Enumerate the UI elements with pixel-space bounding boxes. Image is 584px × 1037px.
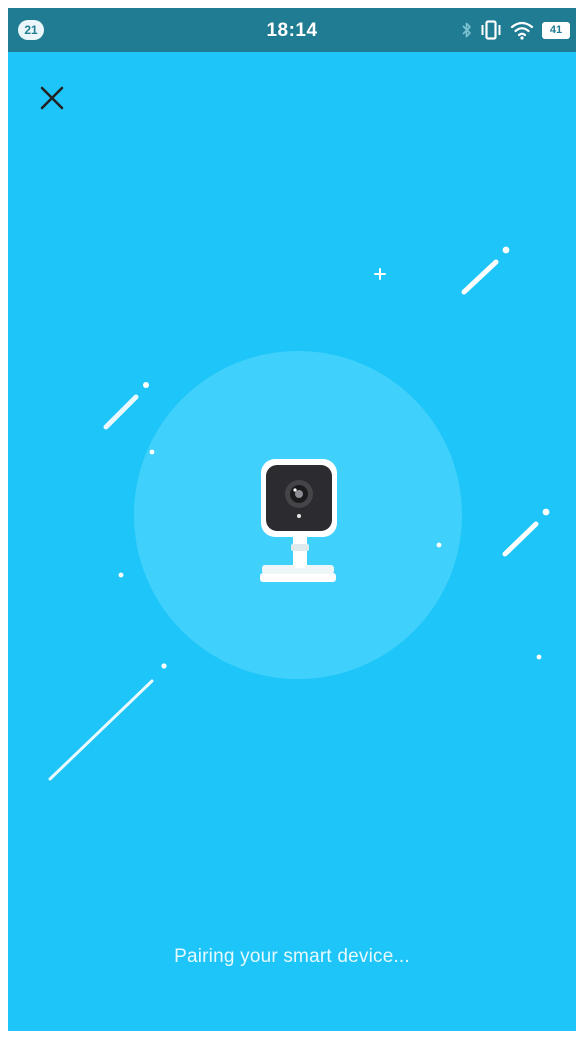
sparkle-dot (149, 449, 155, 455)
pairing-illustration (48, 246, 550, 781)
sparkle-dot (143, 382, 149, 388)
streak-line (103, 394, 139, 430)
streak-line (502, 521, 539, 557)
sparkle-dot (536, 654, 542, 660)
sparkle-dot (436, 542, 442, 548)
sparkle-dot (118, 572, 124, 578)
sparkle-dot (542, 508, 550, 516)
sparkle-dot (502, 246, 510, 254)
sparkle-dot (161, 663, 167, 669)
close-button[interactable] (34, 80, 70, 116)
streak-line (48, 679, 154, 781)
pairing-status-text: Pairing your smart device... (174, 946, 410, 967)
streak-line (461, 259, 499, 295)
pairing-screen: 21 18:14 41 Pairing your smart device... (8, 8, 576, 1031)
close-icon (40, 86, 64, 110)
